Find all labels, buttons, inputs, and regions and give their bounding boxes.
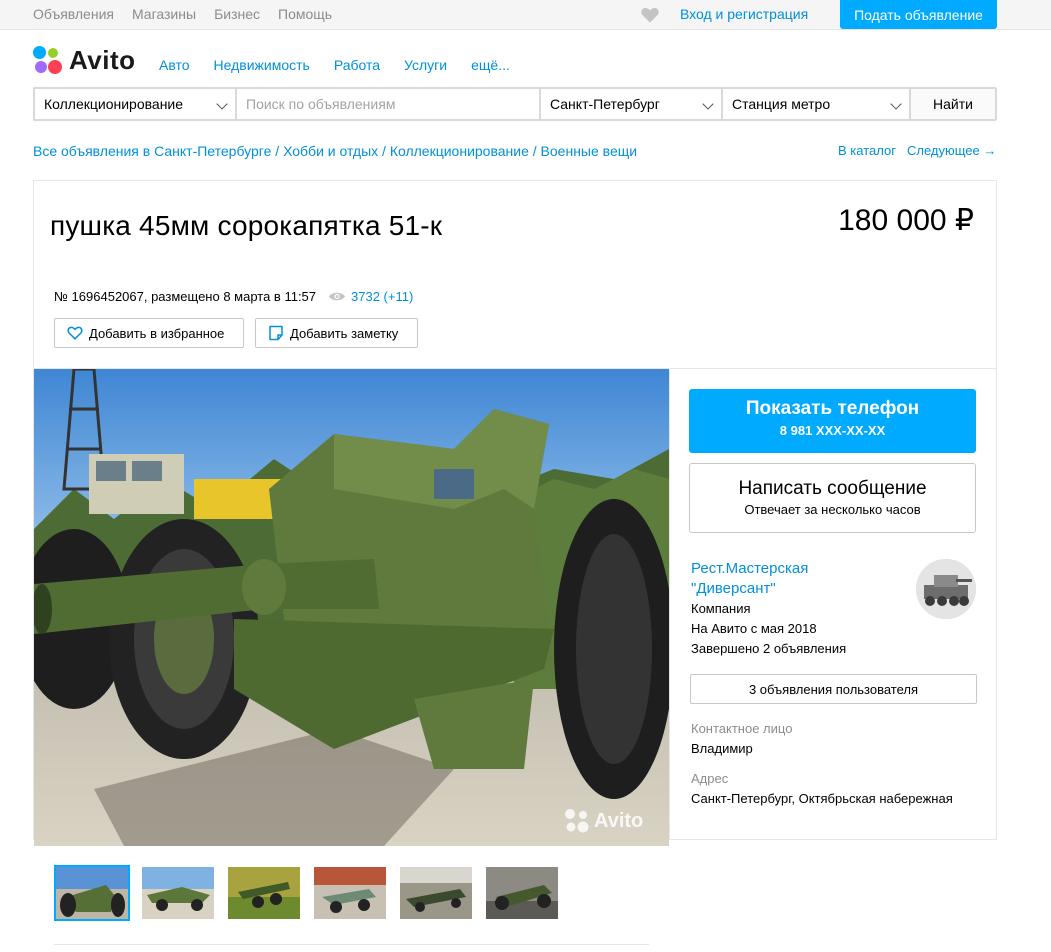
thumbnail-image	[142, 867, 214, 919]
top-nav-shops[interactable]: Магазины	[132, 6, 196, 22]
thumbnail[interactable]	[484, 865, 560, 921]
show-phone-label: Показать телефон	[745, 398, 920, 419]
seller-name-line2: "Диверсант"	[691, 580, 776, 597]
nav-more[interactable]: ещё...	[471, 57, 510, 73]
masked-phone: 8 981 XXX-XX-XX	[779, 423, 886, 438]
address-value: Санкт-Петербург, Октябрьская набережная	[691, 791, 953, 806]
listing-meta-text: № 1696452067, размещено 8 марта в 11:57	[54, 289, 317, 304]
avito-watermark: Avito	[564, 808, 643, 834]
thumbnail[interactable]	[398, 865, 474, 921]
breadcrumb-separator: /	[275, 143, 284, 159]
add-note-label: Добавить заметку	[290, 325, 399, 341]
top-nav-help[interactable]: Помощь	[278, 6, 332, 22]
chevron-down-icon	[890, 98, 902, 110]
watermark-text: Avito	[594, 809, 644, 832]
category-select[interactable]: Коллекционирование	[35, 89, 235, 119]
seller-name-link[interactable]: Рест.Мастерская "Диверсант"	[691, 559, 891, 599]
breadcrumb-item[interactable]: Коллекционирование	[390, 143, 529, 159]
thumbnail[interactable]	[54, 865, 130, 921]
response-time: Отвечает за несколько часов	[744, 502, 921, 517]
favorites-heart-icon[interactable]	[640, 5, 660, 25]
main-nav: Авто Недвижимость Работа Услуги ещё...	[159, 57, 510, 73]
thumbnail-image	[228, 867, 300, 919]
logo-dots-icon	[33, 45, 63, 76]
metro-select-value: Станция метро	[732, 96, 831, 112]
add-note-button[interactable]: Добавить заметку	[255, 318, 418, 348]
address-label: Адрес	[691, 771, 729, 786]
contact-person-label: Контактное лицо	[691, 721, 793, 736]
thumbnail-image	[56, 867, 128, 919]
thumbnail[interactable]	[312, 865, 388, 921]
eye-icon	[329, 292, 346, 301]
chevron-down-icon	[216, 98, 228, 110]
heart-outline-icon	[67, 326, 83, 340]
breadcrumb: Все объявления в Санкт-Петербурге / Хобб…	[33, 143, 637, 159]
listing-title: пушка 45мм сорокапятка 51-к	[50, 210, 443, 241]
search-button[interactable]: Найти	[911, 89, 995, 119]
seller-completed: Завершено 2 объявления	[691, 641, 847, 656]
search-bar: Коллекционирование Поиск по объявлениям …	[33, 87, 997, 121]
avatar-image	[916, 559, 976, 619]
seller-avatar[interactable]	[916, 559, 976, 619]
nav-jobs[interactable]: Работа	[334, 57, 380, 73]
seller-name-line1: Рест.Мастерская	[691, 560, 809, 577]
seller-since: На Авито с мая 2018	[691, 621, 817, 636]
city-select[interactable]: Санкт-Петербург	[541, 89, 721, 119]
nav-auto[interactable]: Авто	[159, 57, 190, 73]
seller-type: Компания	[691, 601, 751, 616]
metro-select[interactable]: Станция метро	[723, 89, 909, 119]
avito-logo[interactable]: Avito	[33, 45, 136, 76]
thumbnail-image	[314, 867, 386, 919]
thumbnail[interactable]	[140, 865, 216, 921]
photo-thumbnails	[54, 865, 560, 921]
breadcrumb-separator: /	[382, 143, 390, 159]
top-nav-business[interactable]: Бизнес	[214, 6, 260, 22]
post-ad-button[interactable]: Подать объявление	[840, 0, 997, 29]
search-input[interactable]: Поиск по объявлениям	[237, 89, 539, 119]
divider	[54, 944, 649, 945]
add-favorite-button[interactable]: Добавить в избранное	[54, 318, 244, 348]
views-count[interactable]: 3732 (+11)	[351, 289, 413, 304]
chevron-down-icon	[702, 98, 714, 110]
top-bar: Объявления Магазины Бизнес Помощь Вход и…	[0, 0, 1051, 30]
breadcrumb-item[interactable]: Военные вещи	[541, 143, 638, 159]
next-listing-link[interactable]: Следующее →	[907, 143, 996, 158]
search-input-placeholder: Поиск по объявлениям	[246, 96, 396, 112]
write-message-button[interactable]: Написать сообщение Отвечает за несколько…	[689, 463, 976, 533]
watermark-dots-icon	[565, 809, 589, 833]
user-listings-label: 3 объявления пользователя	[748, 681, 919, 697]
sidebar-divider	[669, 369, 670, 839]
catalog-link[interactable]: В каталог	[838, 143, 896, 158]
thumbnail-image	[400, 867, 472, 919]
logo-text: Avito	[69, 45, 136, 75]
login-link[interactable]: Вход и регистрация	[680, 6, 808, 22]
contact-person-name: Владимир	[691, 741, 753, 756]
top-nav-ads[interactable]: Объявления	[33, 6, 114, 22]
city-select-value: Санкт-Петербург	[550, 96, 660, 112]
main-photo[interactable]	[34, 369, 669, 846]
top-nav: Объявления Магазины Бизнес Помощь	[33, 6, 332, 22]
user-listings-button[interactable]: 3 объявления пользователя	[690, 674, 977, 704]
add-favorite-label: Добавить в избранное	[89, 325, 225, 341]
thumbnail-image	[486, 867, 558, 919]
nav-realty[interactable]: Недвижимость	[214, 57, 310, 73]
cannon-photo-image	[34, 369, 669, 846]
seller-info: Компания На Авито с мая 2018 Завершено 2…	[691, 599, 846, 659]
breadcrumb-separator: /	[532, 143, 541, 159]
show-phone-button[interactable]: Показать телефон 8 981 XXX-XX-XX	[689, 389, 976, 453]
note-icon	[269, 325, 283, 341]
listing-price: 180 000 ₽	[838, 204, 974, 237]
breadcrumb-item[interactable]: Хобби и отдых	[283, 143, 378, 159]
listing-meta: № 1696452067, размещено 8 марта в 11:57 …	[54, 289, 413, 304]
write-message-label: Написать сообщение	[738, 478, 927, 499]
thumbnail[interactable]	[226, 865, 302, 921]
breadcrumb-item[interactable]: Все объявления в Санкт-Петербурге	[33, 143, 271, 159]
nav-services[interactable]: Услуги	[404, 57, 447, 73]
search-button-label: Найти	[933, 96, 973, 112]
category-select-value: Коллекционирование	[44, 96, 184, 112]
